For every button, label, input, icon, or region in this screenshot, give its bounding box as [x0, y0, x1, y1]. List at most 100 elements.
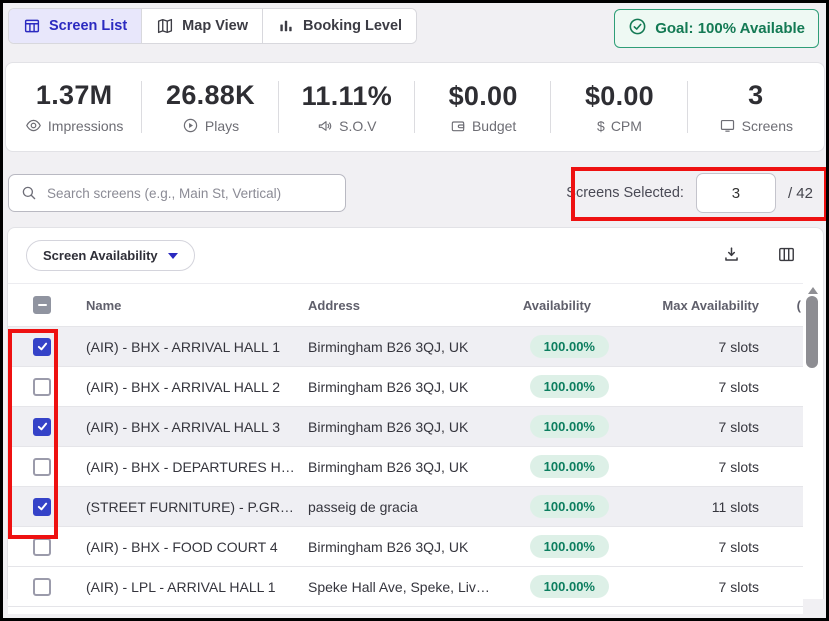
- column-header-address[interactable]: Address: [308, 298, 493, 313]
- download-button[interactable]: [718, 241, 745, 271]
- screen-name: (AIR) - BHX - ARRIVAL HALL 1: [86, 339, 308, 355]
- column-header-availability[interactable]: Availability: [493, 298, 623, 313]
- stat-impressions: 1.37M Impressions: [6, 63, 142, 151]
- row-checkbox[interactable]: [33, 578, 51, 596]
- check-circle-icon: [628, 17, 647, 40]
- max-availability: 11 slots: [623, 499, 759, 515]
- cpm-value: $0.00: [585, 81, 654, 112]
- bar-chart-icon: [277, 17, 295, 35]
- screens-label: Screens: [742, 118, 793, 134]
- partial-next-row: [8, 606, 803, 614]
- stat-sov: 11.11% S.O.V: [279, 63, 415, 151]
- screen-name: (AIR) - BHX - ARRIVAL HALL 2: [86, 379, 308, 395]
- goal-badge-label: Goal: 100% Available: [655, 20, 805, 37]
- row-checkbox[interactable]: [33, 498, 51, 516]
- screens-selected-input[interactable]: [696, 173, 776, 213]
- budget-value: $0.00: [449, 81, 518, 112]
- sov-label: S.O.V: [339, 118, 376, 134]
- screen-name: (AIR) - BHX - FOOD COURT 4: [86, 539, 308, 555]
- stats-summary-card: 1.37M Impressions 26.88K: [5, 62, 825, 152]
- screen-address: Birmingham B26 3QJ, UK: [308, 379, 493, 395]
- table-row[interactable]: (AIR) - BHX - ARRIVAL HALL 1 Birmingham …: [8, 326, 803, 366]
- row-checkbox[interactable]: [33, 418, 51, 436]
- goal-badge[interactable]: Goal: 100% Available: [614, 9, 819, 48]
- table-row[interactable]: (AIR) - BHX - DEPARTURES H… Birmingham B…: [8, 446, 803, 486]
- filter-chip-label: Screen Availability: [43, 248, 158, 263]
- screens-selected-label: Screens Selected:: [566, 185, 684, 201]
- screen-address: Speke Hall Ave, Speke, Liver…: [308, 579, 493, 595]
- screen-address: Birmingham B26 3QJ, UK: [308, 459, 493, 475]
- search-box: [8, 174, 346, 212]
- impressions-label: Impressions: [48, 118, 123, 134]
- row-checkbox[interactable]: [33, 378, 51, 396]
- availability-badge: 100.00%: [530, 535, 609, 558]
- plays-value: 26.88K: [166, 80, 255, 111]
- table-row[interactable]: (AIR) - BHX - FOOD COURT 4 Birmingham B2…: [8, 526, 803, 566]
- table-row[interactable]: (AIR) - BHX - ARRIVAL HALL 3 Birmingham …: [8, 406, 803, 446]
- scrollbar-thumb[interactable]: [806, 296, 818, 368]
- stat-plays: 26.88K Plays: [142, 63, 278, 151]
- cpm-label: CPM: [611, 118, 642, 134]
- screen-icon: [719, 117, 736, 134]
- sov-value: 11.11%: [302, 81, 392, 112]
- availability-badge: 100.00%: [530, 495, 609, 518]
- availability-badge: 100.00%: [530, 415, 609, 438]
- screens-value: 3: [748, 80, 763, 111]
- columns-button[interactable]: [773, 241, 800, 271]
- select-all-checkbox[interactable]: [33, 296, 51, 314]
- stat-budget: $0.00 Budget: [415, 63, 551, 151]
- chevron-down-icon: [168, 253, 178, 259]
- play-circle-icon: [182, 117, 199, 134]
- search-input[interactable]: [8, 174, 346, 212]
- availability-badge: 100.00%: [530, 455, 609, 478]
- screen-name: (AIR) - LPL - ARRIVAL HALL 1: [86, 579, 308, 595]
- screen-name: (AIR) - BHX - ARRIVAL HALL 3: [86, 419, 308, 435]
- table-row[interactable]: (AIR) - LPL - ARRIVAL HALL 1 Speke Hall …: [8, 566, 803, 606]
- tab-screen-list[interactable]: Screen List: [9, 9, 142, 43]
- megaphone-icon: [317, 118, 333, 134]
- tab-map-view[interactable]: Map View: [142, 9, 263, 43]
- max-availability: 7 slots: [623, 379, 759, 395]
- tab-label: Map View: [182, 18, 248, 34]
- max-availability: 7 slots: [623, 539, 759, 555]
- max-availability: 7 slots: [623, 339, 759, 355]
- screen-availability-filter[interactable]: Screen Availability: [26, 240, 195, 271]
- scroll-up-arrow-icon[interactable]: [808, 287, 818, 294]
- max-availability: 7 slots: [623, 579, 759, 595]
- eye-icon: [25, 117, 42, 134]
- search-row: Screens Selected: / 42: [8, 173, 821, 213]
- tab-label: Booking Level: [303, 18, 402, 34]
- impressions-value: 1.37M: [36, 80, 113, 111]
- screen-address: Birmingham B26 3QJ, UK: [308, 419, 493, 435]
- max-availability: 7 slots: [623, 419, 759, 435]
- row-checkbox[interactable]: [33, 538, 51, 556]
- table-row[interactable]: (STREET FURNITURE) - P.GR… passeig de gr…: [8, 486, 803, 526]
- budget-label: Budget: [472, 118, 516, 134]
- view-tabs: Screen List Map View: [8, 8, 417, 44]
- table-icon: [23, 17, 41, 35]
- tab-booking-level[interactable]: Booking Level: [263, 9, 416, 43]
- columns-icon: [777, 252, 796, 267]
- availability-badge: 100.00%: [530, 375, 609, 398]
- top-bar: Screen List Map View: [8, 8, 819, 48]
- table-scrollbar[interactable]: [804, 284, 821, 599]
- screen-booking-app: Screen List Map View: [0, 0, 829, 621]
- plays-label: Plays: [205, 118, 239, 134]
- indeterminate-mark-icon: [38, 304, 47, 307]
- row-checkbox[interactable]: [33, 458, 51, 476]
- table-header-row: Name Address Availability Max Availabili…: [8, 284, 803, 326]
- screens-table-card: Screen Availability: [7, 227, 824, 599]
- column-header-max-availability[interactable]: Max Availability: [623, 298, 763, 313]
- max-availability: 7 slots: [623, 459, 759, 475]
- table-row[interactable]: (AIR) - BHX - ARRIVAL HALL 2 Birmingham …: [8, 366, 803, 406]
- download-icon: [722, 252, 741, 267]
- wallet-icon: [450, 118, 466, 134]
- table-toolbar: Screen Availability: [8, 228, 803, 283]
- screens-selected-total: / 42: [788, 185, 813, 202]
- tab-label: Screen List: [49, 18, 127, 34]
- column-header-name[interactable]: Name: [76, 298, 308, 313]
- dollar-icon: $: [597, 118, 605, 134]
- availability-badge: 100.00%: [530, 335, 609, 358]
- row-checkbox[interactable]: [33, 338, 51, 356]
- screen-address: passeig de gracia: [308, 499, 493, 515]
